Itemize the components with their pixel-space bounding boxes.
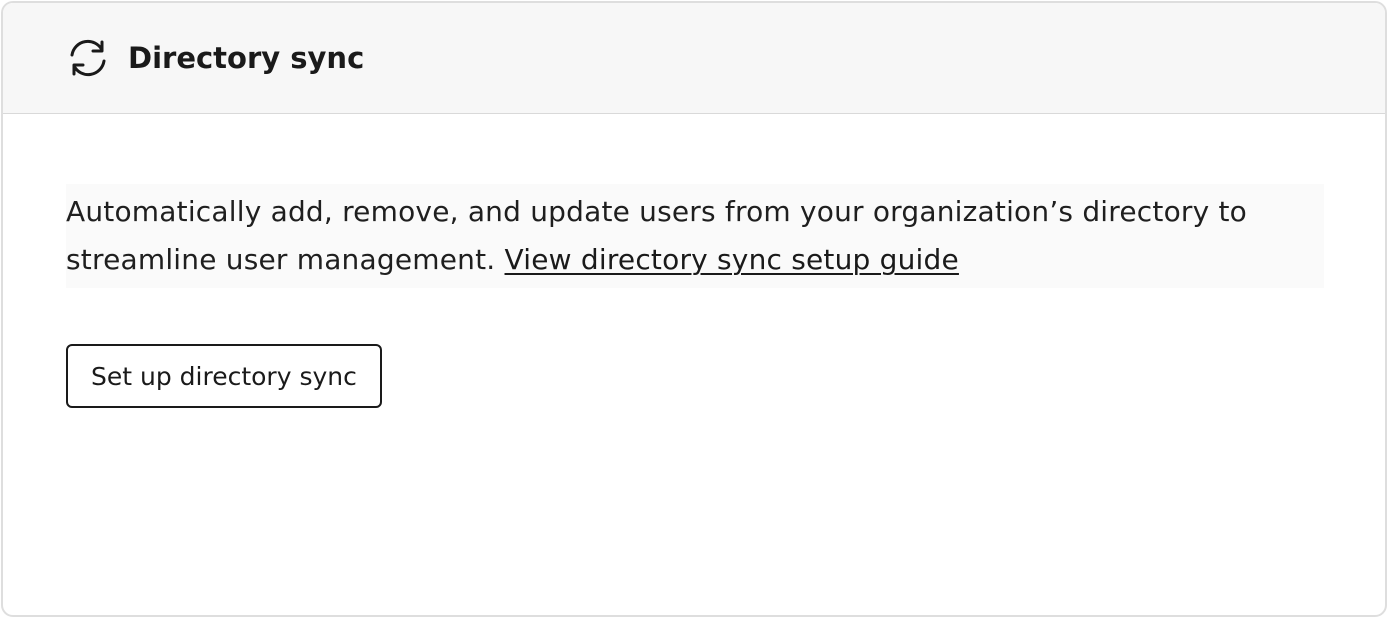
card-title: Directory sync	[128, 41, 365, 75]
card-body: Automatically add, remove, and update us…	[3, 114, 1385, 408]
setup-guide-link[interactable]: View directory sync setup guide	[505, 243, 959, 276]
directory-sync-card: Directory sync Automatically add, remove…	[1, 1, 1387, 617]
card-header: Directory sync	[3, 3, 1385, 114]
sync-icon	[66, 38, 110, 78]
setup-directory-sync-button[interactable]: Set up directory sync	[66, 344, 382, 408]
description-paragraph: Automatically add, remove, and update us…	[66, 184, 1324, 288]
